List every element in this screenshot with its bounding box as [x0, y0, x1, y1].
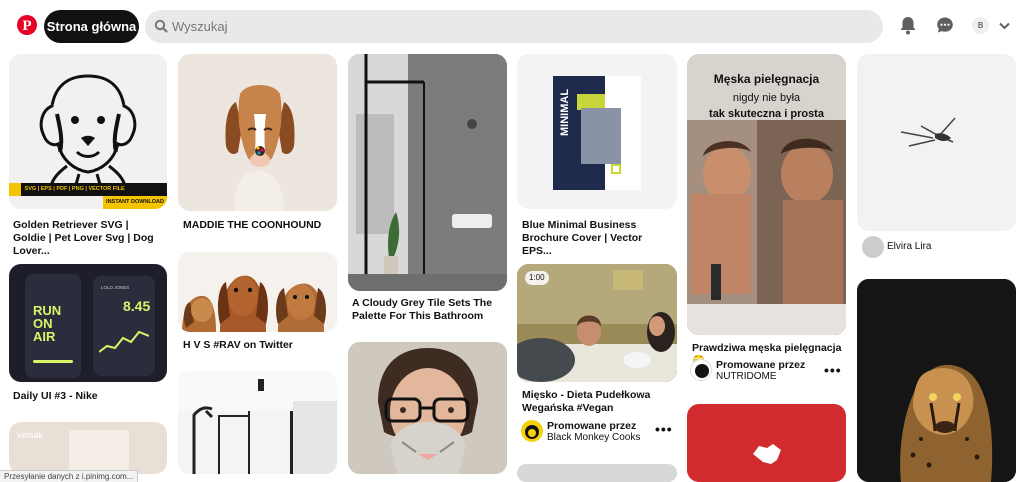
pin-room[interactable]: vetsak	[9, 422, 167, 474]
pin-red[interactable]	[687, 404, 846, 482]
pin-video[interactable]: 1:00	[517, 264, 677, 382]
promoted-label: Promowane przez	[716, 359, 806, 371]
pin-nike-ui[interactable]: RUN ON AIR LOLO JONES 8.45	[9, 264, 167, 382]
pin-title[interactable]: Golden Retriever SVG | Goldie | Pet Love…	[13, 219, 163, 258]
window-shape	[69, 430, 129, 474]
pin-brochure[interactable]: MINIMAL	[517, 54, 677, 209]
promoted-by: Promowane przez Black Monkey Cooks	[547, 420, 657, 444]
chevron-down-icon[interactable]	[999, 22, 1010, 30]
more-options-icon[interactable]: •••	[655, 421, 673, 437]
advertiser-name[interactable]: Black Monkey Cooks	[547, 432, 640, 443]
overlay-line: nigdy nie była	[732, 92, 801, 104]
progress-line	[33, 360, 73, 363]
pin-title[interactable]: Blue Minimal Business Brochure Cover | V…	[522, 219, 672, 258]
advertiser-avatar[interactable]	[690, 359, 712, 381]
chart-icon	[99, 330, 149, 353]
building-image	[581, 108, 621, 164]
shower-photo	[178, 371, 337, 474]
chat-bubble-icon[interactable]	[936, 16, 954, 34]
pin-user-name[interactable]: Elvira Lira	[887, 241, 931, 252]
pin-title[interactable]: MADDIE THE COONHOUND	[183, 219, 333, 232]
search-bar[interactable]	[145, 10, 883, 43]
accent-square	[611, 164, 621, 174]
watermark-text: vetsak	[17, 430, 44, 440]
pin-shower[interactable]	[178, 371, 337, 474]
monkey-logo-icon	[525, 425, 539, 439]
bell-icon[interactable]	[899, 16, 917, 35]
overlay-line: tak skuteczna i prosta	[709, 108, 824, 120]
promoted-by: Promowane przez NUTRIDOME	[716, 359, 826, 383]
more-options-icon[interactable]: •••	[824, 362, 842, 378]
cheetah-painting	[857, 279, 1016, 482]
nike-user: LOLO JONES	[101, 285, 130, 290]
pin-bird[interactable]	[857, 54, 1016, 231]
svg-text:P: P	[22, 18, 31, 34]
pin-grey-bathroom[interactable]	[348, 54, 507, 291]
phone-mockup: RUN ON AIR	[25, 274, 81, 378]
pin-cheetah[interactable]	[857, 279, 1016, 482]
video-duration-badge: 1:00	[525, 271, 549, 285]
red-pin-image	[753, 444, 781, 464]
promoted-label: Promowane przez	[547, 420, 637, 432]
advertiser-avatar[interactable]	[521, 420, 543, 442]
banner-formats: SVG | EPS | PDF | PNG | VECTOR FILE	[24, 186, 125, 192]
coonhound-photo	[225, 85, 295, 211]
pinterest-logo-icon[interactable]: P	[17, 15, 37, 35]
pin-partial[interactable]	[517, 464, 677, 482]
top-bar: P Strona główna B	[0, 0, 1024, 52]
pin-coonhound[interactable]	[178, 54, 337, 211]
banner-download: INSTANT DOWNLOAD	[103, 196, 167, 209]
bird-drawing	[900, 117, 956, 147]
cat-beard-photo	[348, 342, 507, 474]
phone-mockup-2: LOLO JONES 8.45	[93, 276, 155, 376]
search-icon	[154, 19, 168, 33]
overlay-heading: Męska pielęgnacja	[713, 72, 820, 86]
run-on-air-text: RUN ON AIR	[33, 303, 62, 344]
dogs-photo	[182, 275, 326, 332]
pin-title[interactable]: Mięsko - Dieta Pudełkowa Wegańska #Vegan	[522, 389, 672, 415]
search-input[interactable]	[172, 10, 872, 43]
bathroom-photo	[348, 54, 507, 291]
nutridome-logo-icon	[695, 364, 709, 378]
home-button[interactable]: Strona główna	[44, 10, 139, 43]
pin-title[interactable]: H V S #RAV on Twitter	[183, 339, 333, 352]
pin-grooming[interactable]: Męska pielęgnacja nigdy nie była tak sku…	[687, 54, 846, 335]
user-avatar[interactable]	[862, 236, 884, 258]
golden-banner: SVG | EPS | PDF | PNG | VECTOR FILE INST…	[9, 183, 167, 209]
pin-title[interactable]: A Cloudy Grey Tile Sets The Palette For …	[352, 297, 502, 323]
pin-golden-retriever[interactable]: SVG | EPS | PDF | PNG | VECTOR FILE INST…	[9, 54, 167, 209]
badge-icon	[9, 183, 21, 196]
pin-cat-beard[interactable]	[348, 342, 507, 474]
metric-value: 8.45	[123, 298, 151, 314]
cover-word: MINIMAL	[559, 88, 571, 136]
browser-status-bar: Przesyłanie danych z i.pinimg.com...	[0, 470, 139, 482]
pin-title[interactable]: Daily UI #3 - Nike	[13, 390, 163, 403]
advertiser-name[interactable]: NUTRIDOME	[716, 371, 777, 382]
pin-dogs[interactable]	[178, 252, 337, 332]
user-avatar[interactable]: B	[972, 17, 989, 34]
